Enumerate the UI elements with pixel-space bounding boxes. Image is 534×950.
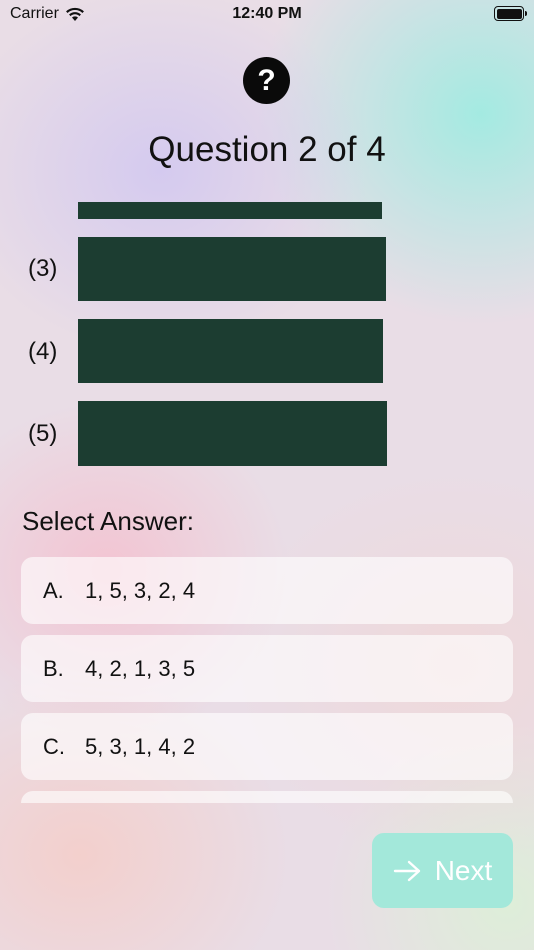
answer-option-b[interactable]: B. 4, 2, 1, 3, 5 xyxy=(21,635,513,702)
option-letter: A. xyxy=(43,577,64,603)
select-answer-heading: Select Answer: xyxy=(22,506,194,536)
option-letter: B. xyxy=(43,655,64,681)
question-bar-1 xyxy=(78,202,382,219)
answer-option-c[interactable]: C. 5, 3, 1, 4, 2 xyxy=(21,713,513,780)
question-bar-3 xyxy=(78,237,386,301)
battery-icon xyxy=(494,6,527,21)
question-bar-4 xyxy=(78,319,383,383)
bar-label-4: (4) xyxy=(28,338,58,365)
status-time: 12:40 PM xyxy=(232,5,302,22)
arrow-right-icon xyxy=(393,860,420,881)
option-letter: C. xyxy=(43,733,65,759)
page-title: Question 2 of 4 xyxy=(148,130,386,169)
answer-option-d-partial[interactable] xyxy=(21,791,513,803)
bar-label-5: (5) xyxy=(28,420,58,447)
option-text: 4, 2, 1, 3, 5 xyxy=(85,655,196,681)
next-button[interactable]: Next xyxy=(372,833,513,908)
status-bar: Carrier 12:40 PM xyxy=(0,0,534,28)
option-text: 5, 3, 1, 4, 2 xyxy=(85,733,196,759)
bar-label-3: (3) xyxy=(28,255,58,282)
help-button[interactable]: ? xyxy=(243,57,290,104)
next-label: Next xyxy=(434,854,493,886)
question-bar-5 xyxy=(78,401,387,466)
answer-option-a[interactable]: A. 1, 5, 3, 2, 4 xyxy=(21,557,513,624)
option-text: 1, 5, 3, 2, 4 xyxy=(85,577,196,603)
